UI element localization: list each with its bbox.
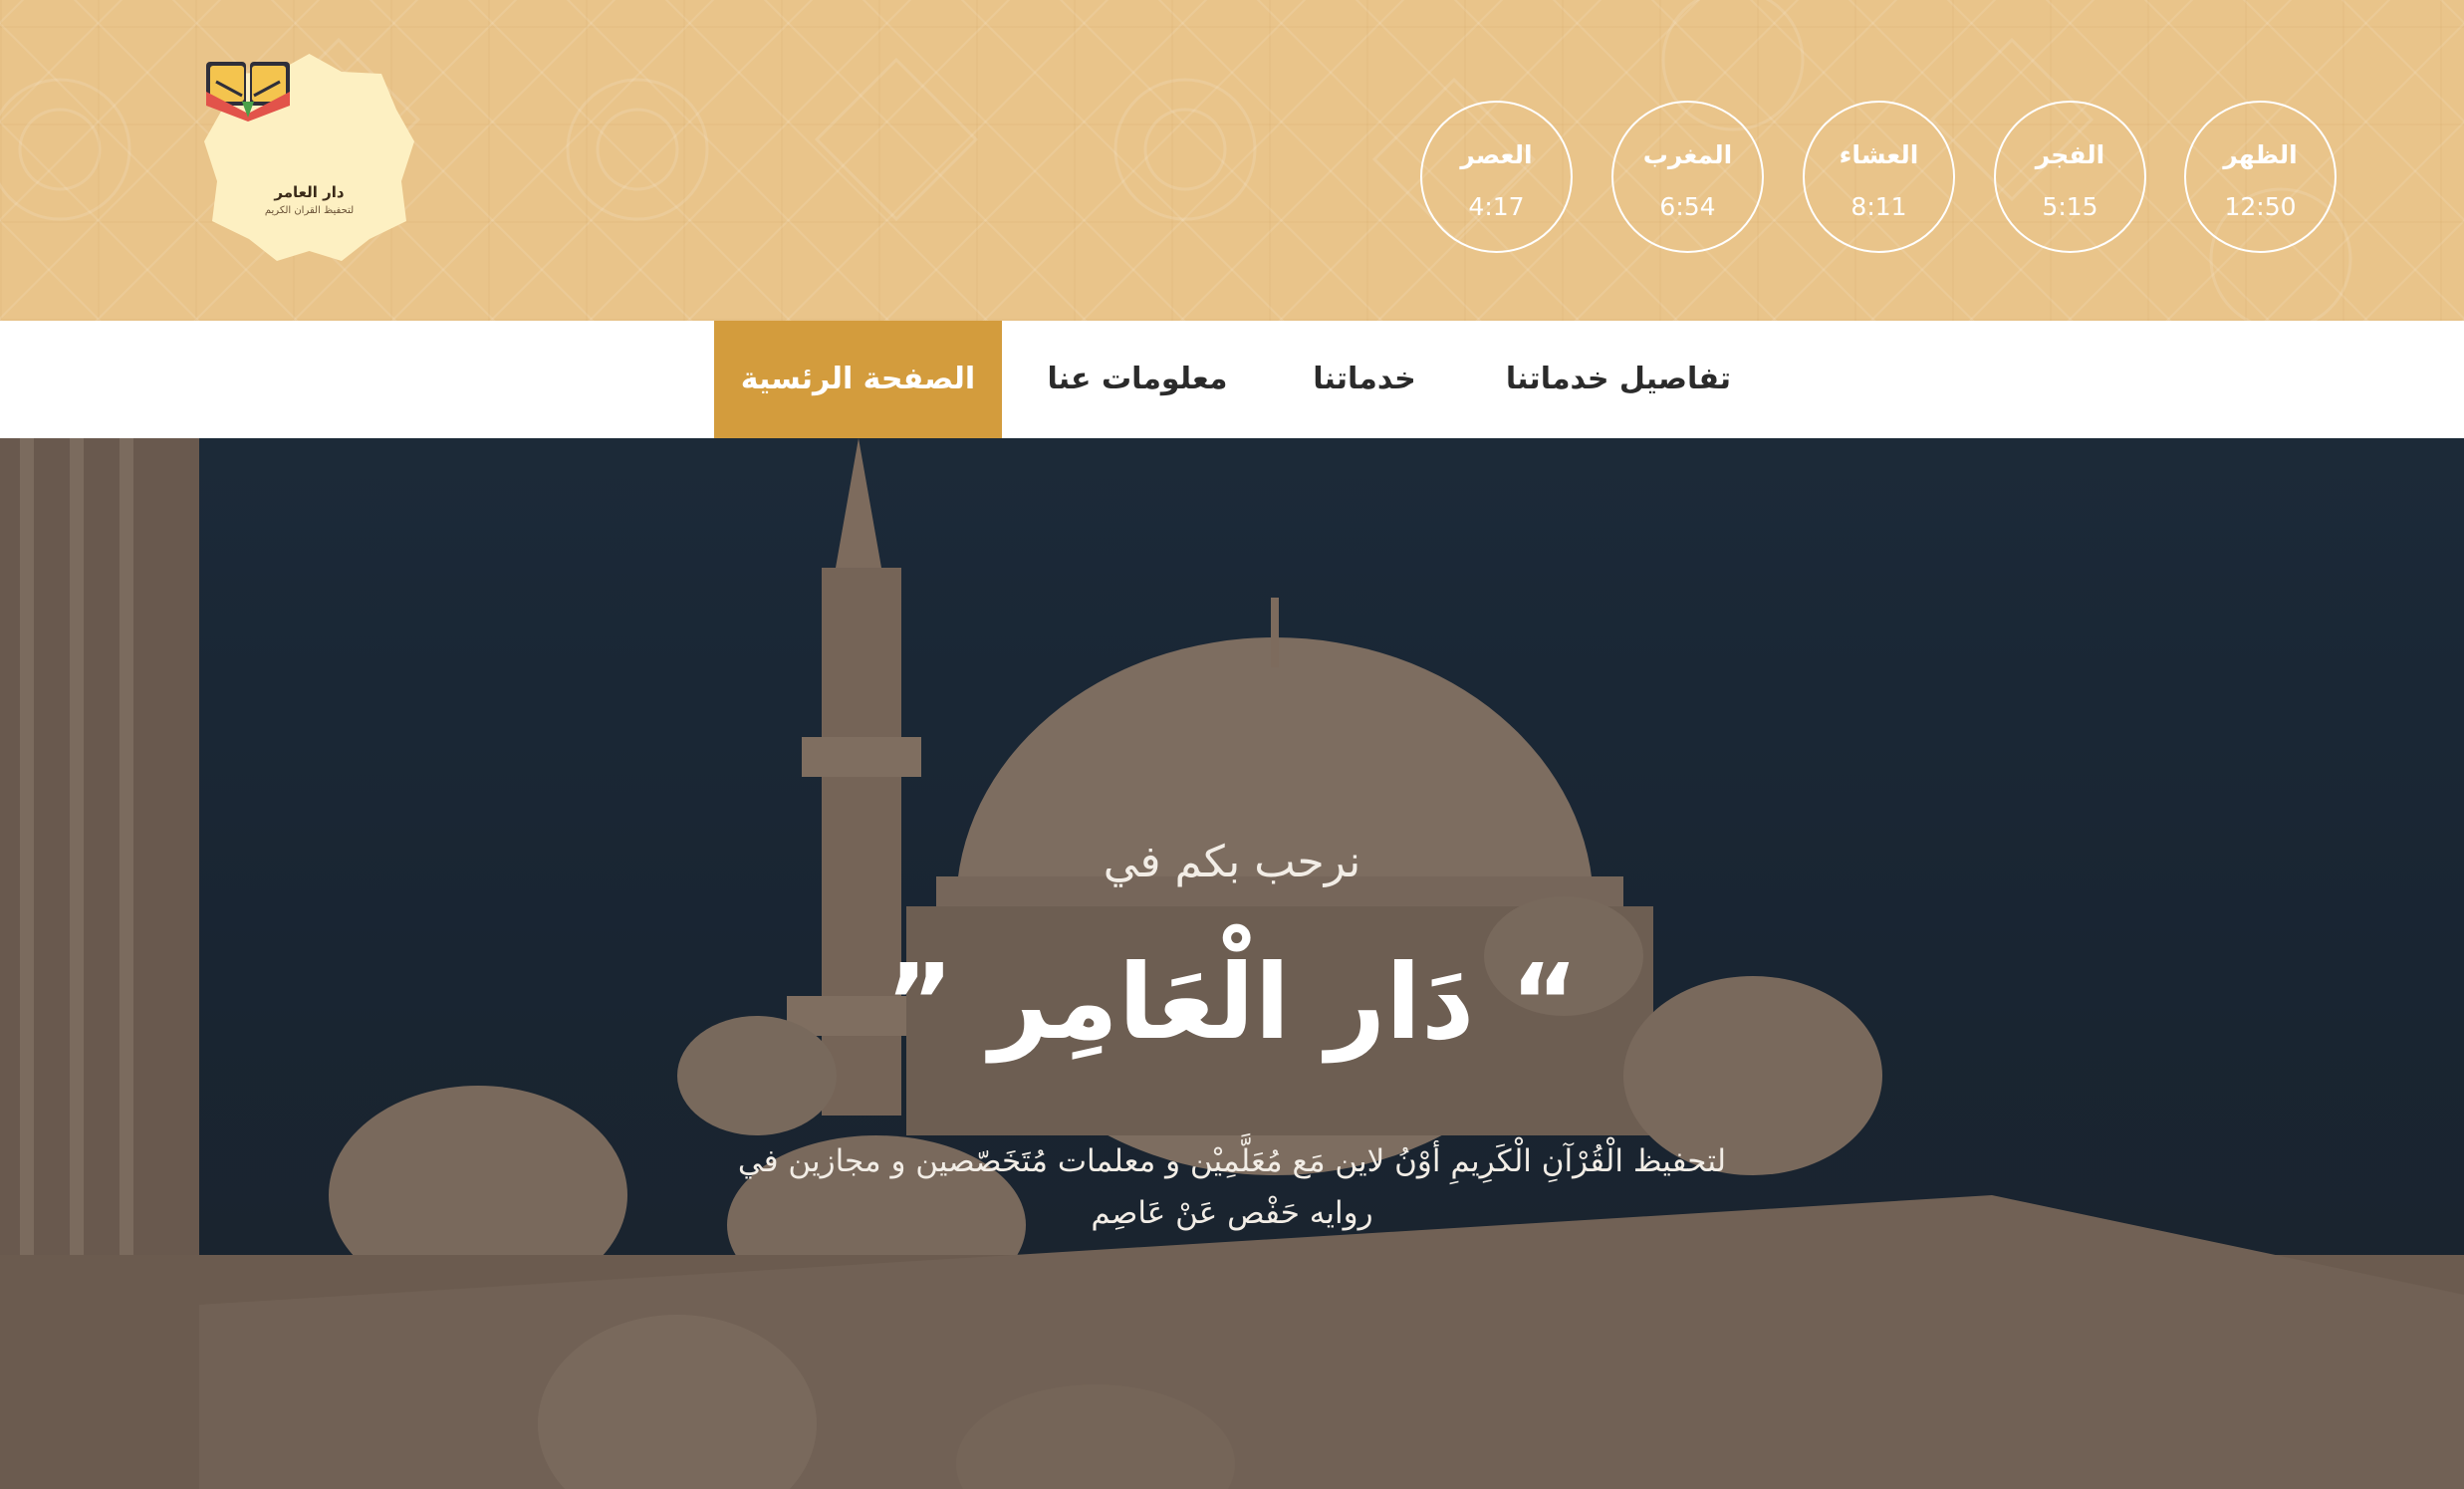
main-navigation: الصفحة الرئسية معلومات عنا خدماتنا تفاصي… — [0, 321, 2464, 438]
hero-description: لتحفيظ الْقُرْآنِ الْكَرِيمِ أوْنُ لاين … — [737, 1143, 1727, 1231]
prayer-name: الفجر — [2035, 140, 2105, 169]
prayer-time-maghrib: المغرب 6:54 — [1611, 101, 1764, 253]
prayer-name: العصر — [1460, 140, 1533, 169]
hero-section: نرحب بكم في ” دَار الْعَامِر “ لتحفيظ ال… — [0, 438, 2464, 1489]
prayer-time: 5:15 — [2042, 192, 2098, 221]
open-book-icon — [206, 62, 290, 122]
nav-item-home[interactable]: الصفحة الرئسية — [714, 321, 1002, 438]
hero-welcome-text: نرحب بكم في — [1103, 837, 1361, 887]
prayer-time: 12:50 — [2224, 192, 2297, 221]
prayer-time: 4:17 — [1468, 192, 1525, 221]
prayer-name: المغرب — [1642, 140, 1733, 169]
nav-item-services[interactable]: خدماتنا — [1295, 321, 1434, 438]
prayer-time-isha: العشاء 8:11 — [1803, 101, 1955, 253]
prayer-time-fajr: الفجر 5:15 — [1994, 101, 2146, 253]
prayer-time-asr: العصر 4:17 — [1420, 101, 1573, 253]
logo-name: دار العامر — [274, 183, 345, 201]
prayer-time-dhuhr: الظهر 12:50 — [2184, 101, 2337, 253]
site-logo[interactable]: دار العامر لتحفيظ القران الكريم — [202, 52, 416, 266]
header-banner: دار العامر لتحفيظ القران الكريم الظهر 12… — [0, 0, 2464, 321]
nav-item-service-details[interactable]: تفاصيل خدماتنا — [1499, 321, 1738, 438]
prayer-name: العشاء — [1839, 140, 1919, 169]
logo-tagline: لتحفيظ القران الكريم — [264, 205, 355, 216]
hero-title: ” دَار الْعَامِر “ — [885, 941, 1579, 1063]
prayer-name: الظهر — [2223, 140, 2298, 169]
prayer-time: 8:11 — [1850, 192, 1907, 221]
nav-item-about[interactable]: معلومات عنا — [1038, 321, 1237, 438]
prayer-time: 6:54 — [1659, 192, 1716, 221]
